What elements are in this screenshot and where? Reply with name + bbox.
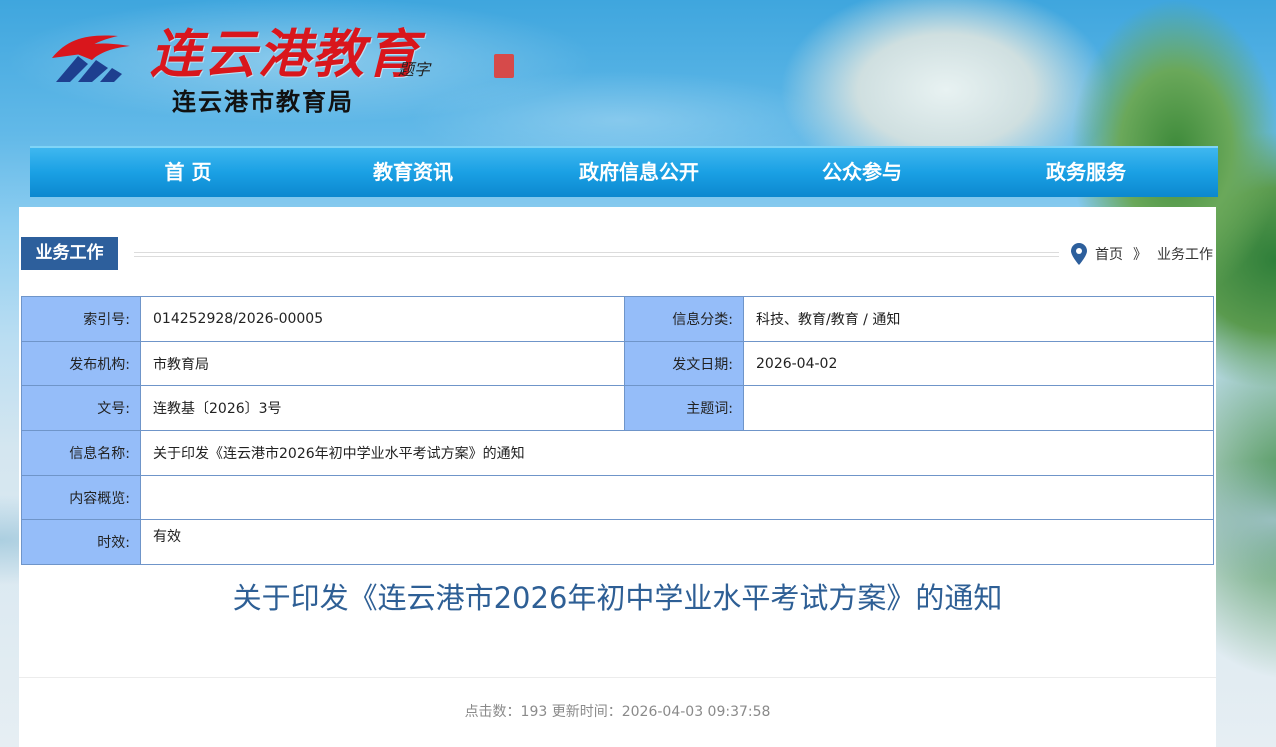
document-title: 关于印发《连云港市2026年初中学业水平考试方案》的通知 <box>232 581 1003 615</box>
seal-stamp-icon <box>494 54 514 78</box>
summary-value <box>140 474 1214 521</box>
publisher-label: 发布机构: <box>21 340 141 387</box>
logo-subtitle: 连云港市教育局 <box>172 87 354 116</box>
doc-number-label: 文号: <box>21 385 141 432</box>
breadcrumb-current[interactable]: 业务工作 <box>1157 244 1213 264</box>
nav-item-services[interactable]: 政务服务 <box>1026 148 1146 197</box>
info-name-value: 关于印发《连云港市2026年初中学业水平考试方案》的通知 <box>140 430 1214 476</box>
table-row: 索引号: 014252928/2026-00005 信息分类: 科技、教育/教育… <box>21 296 1214 342</box>
summary-label: 内容概览: <box>21 474 141 521</box>
nav-item-home[interactable]: 首 页 <box>138 148 238 197</box>
publisher-value: 市教育局 <box>140 340 625 387</box>
index-value: 014252928/2026-00005 <box>140 296 625 342</box>
keywords-label: 主题词: <box>624 385 744 432</box>
keywords-value <box>743 385 1214 432</box>
location-pin-icon <box>1071 243 1087 265</box>
calligraphy-signature: 题字 <box>398 60 431 79</box>
nav-item-public[interactable]: 公众参与 <box>802 148 922 197</box>
document-meta: 点击数：193 更新时间：2026-04-03 09:37:58 <box>464 704 771 720</box>
table-row: 信息名称: 关于印发《连云港市2026年初中学业水平考试方案》的通知 <box>21 430 1214 476</box>
category-label: 信息分类: <box>624 296 744 342</box>
breadcrumb-separator: 》 <box>1133 247 1147 263</box>
section-divider <box>134 252 1059 257</box>
content-panel: 业务工作 首页 》 业务工作 索引号: 014252928/2026-00005… <box>19 207 1216 747</box>
table-row: 时效: 有效 <box>21 519 1214 566</box>
table-row: 内容概览: <box>21 474 1214 521</box>
nav-item-news[interactable]: 教育资讯 <box>353 148 473 197</box>
info-name-label: 信息名称: <box>21 430 141 476</box>
validity-label: 时效: <box>21 519 141 566</box>
table-row: 文号: 连教基〔2026〕3号 主题词: <box>21 385 1214 432</box>
date-label: 发文日期: <box>624 340 744 387</box>
category-value: 科技、教育/教育 / 通知 <box>743 296 1214 342</box>
index-label: 索引号: <box>21 296 141 342</box>
doc-number-value: 连教基〔2026〕3号 <box>140 385 625 432</box>
main-nav: 首 页 教育资讯 政府信息公开 公众参与 政务服务 <box>30 146 1218 197</box>
breadcrumb-home-link[interactable]: 首页 <box>1095 244 1123 264</box>
nav-item-gov-info[interactable]: 政府信息公开 <box>564 148 714 197</box>
date-value: 2026-04-02 <box>743 340 1214 387</box>
section-title: 业务工作 <box>21 237 118 270</box>
breadcrumb: 首页 》 业务工作 <box>1071 243 1213 265</box>
table-row: 发布机构: 市教育局 发文日期: 2026-04-02 <box>21 340 1214 387</box>
validity-value: 有效 <box>140 519 1214 566</box>
info-table: 索引号: 014252928/2026-00005 信息分类: 科技、教育/教育… <box>21 296 1214 566</box>
logo-title: 连云港教育 <box>150 24 421 85</box>
content-divider <box>19 677 1216 678</box>
logo-icon <box>52 35 130 82</box>
